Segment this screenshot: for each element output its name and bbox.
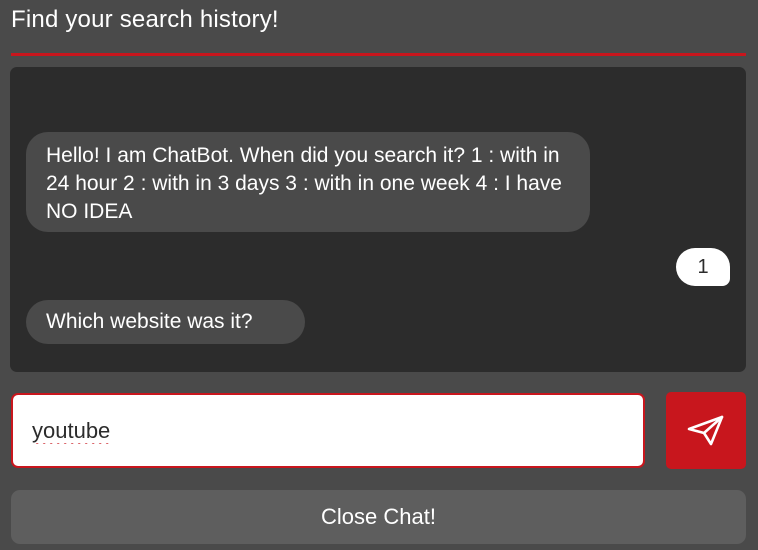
message-input[interactable] (11, 393, 645, 468)
message-list[interactable]: Hello! I am ChatBot. When did you search… (10, 67, 746, 372)
paper-plane-icon (687, 415, 724, 445)
send-button[interactable] (666, 392, 746, 469)
chat-title: Find your search history! (11, 6, 279, 33)
chat-widget: Find your search history! Hello! I am Ch… (0, 0, 758, 550)
bot-message: Which website was it? (26, 300, 305, 344)
header-divider (11, 53, 746, 56)
close-chat-button[interactable]: Close Chat! (11, 490, 746, 544)
user-message: 1 (676, 248, 730, 286)
bot-message: Hello! I am ChatBot. When did you search… (26, 132, 590, 232)
